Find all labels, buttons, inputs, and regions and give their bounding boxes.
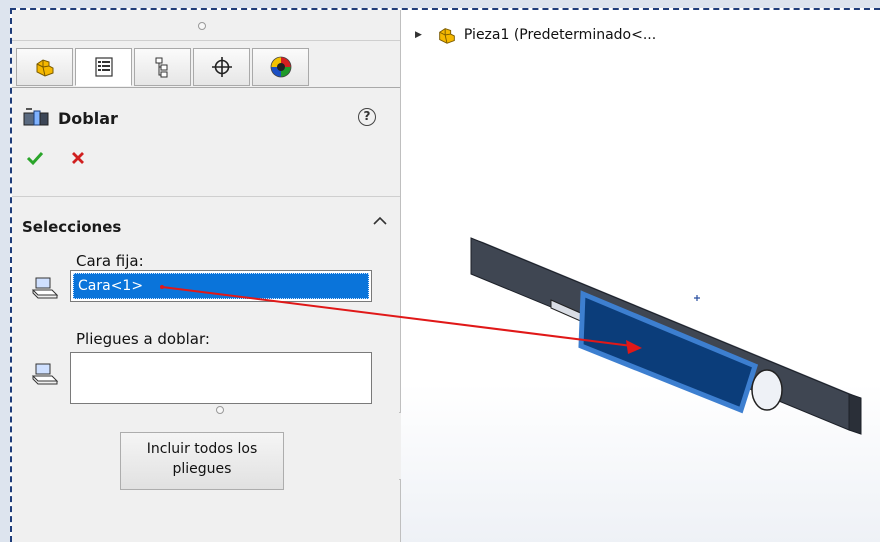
annotation-arrow (160, 285, 642, 354)
main-frame: Doblar ? Selecciones Cara fija: Cara<1> … (10, 8, 880, 542)
